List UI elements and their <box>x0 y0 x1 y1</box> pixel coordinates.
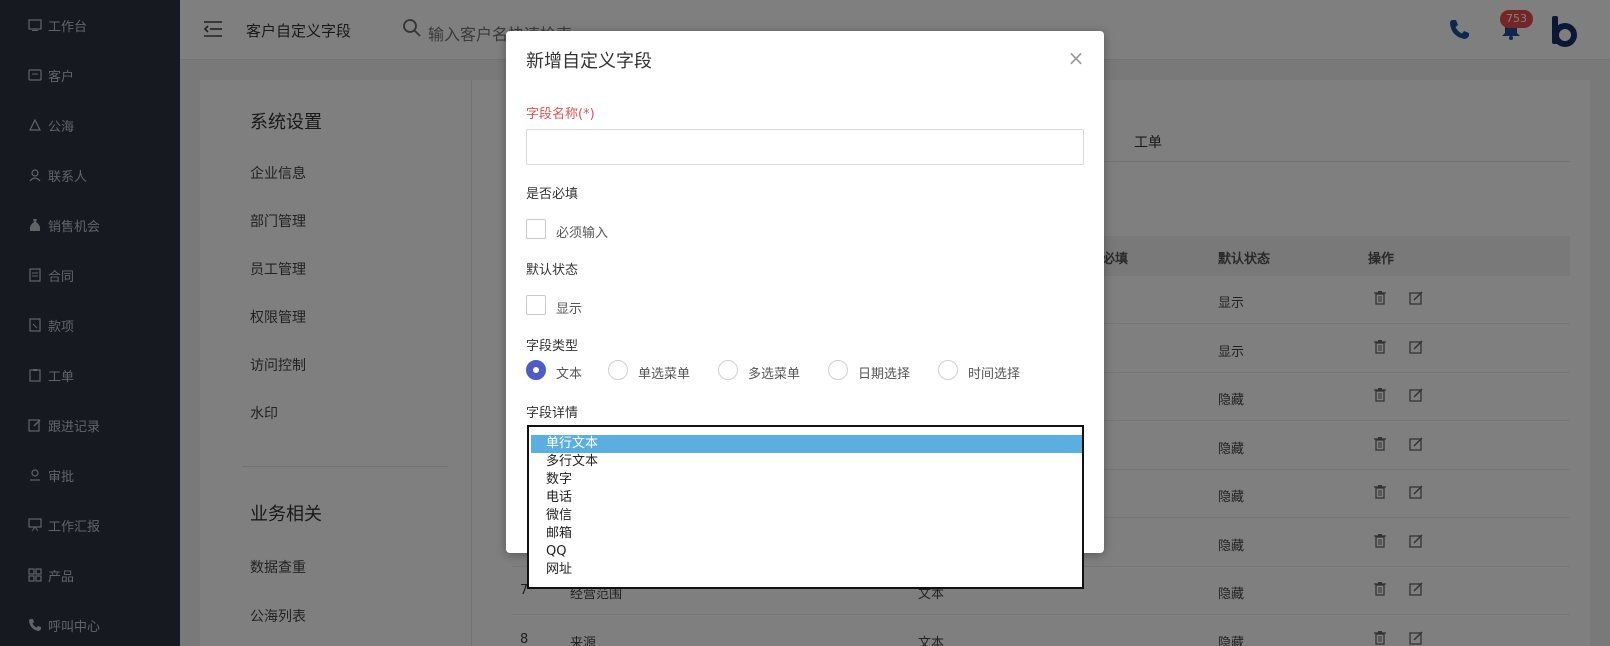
dialog-title: 新增自定义字段 <box>526 51 652 72</box>
radio-date-label[interactable]: 日期选择 <box>858 363 910 382</box>
option-qq[interactable]: QQ <box>531 543 1082 561</box>
option-single-line-text[interactable]: 单行文本 <box>531 435 1082 453</box>
radio-date[interactable] <box>828 360 848 380</box>
radio-single-select[interactable] <box>608 360 628 380</box>
field-name-input[interactable] <box>526 129 1084 165</box>
close-icon[interactable]: × <box>1066 47 1086 69</box>
required-checkbox-label[interactable]: 必须输入 <box>556 222 608 241</box>
field-detail-listbox[interactable]: 单行文本 多行文本 数字 电话 微信 邮箱 QQ 网址 <box>527 425 1084 589</box>
radio-multi-select-label[interactable]: 多选菜单 <box>748 363 800 382</box>
radio-text[interactable] <box>526 360 546 380</box>
field-name-label: 字段名称(*) <box>526 107 595 122</box>
option-number[interactable]: 数字 <box>531 471 1082 489</box>
option-multi-line-text[interactable]: 多行文本 <box>531 453 1082 471</box>
radio-single-select-label[interactable]: 单选菜单 <box>638 363 690 382</box>
option-email[interactable]: 邮箱 <box>531 525 1082 543</box>
field-type-label: 字段类型 <box>526 339 579 354</box>
field-detail-label: 字段详情 <box>526 406 579 421</box>
default-state-checkbox-label[interactable]: 显示 <box>556 298 582 317</box>
required-checkbox[interactable] <box>526 219 546 239</box>
radio-text-label[interactable]: 文本 <box>556 363 582 382</box>
radio-multi-select[interactable] <box>718 360 738 380</box>
default-state-label: 默认状态 <box>526 263 579 278</box>
option-wechat[interactable]: 微信 <box>531 507 1082 525</box>
required-label: 是否必填 <box>526 187 579 202</box>
option-phone[interactable]: 电话 <box>531 489 1082 507</box>
option-url[interactable]: 网址 <box>531 561 1082 579</box>
radio-time-label[interactable]: 时间选择 <box>968 363 1020 382</box>
default-state-checkbox[interactable] <box>526 295 546 315</box>
radio-time[interactable] <box>938 360 958 380</box>
